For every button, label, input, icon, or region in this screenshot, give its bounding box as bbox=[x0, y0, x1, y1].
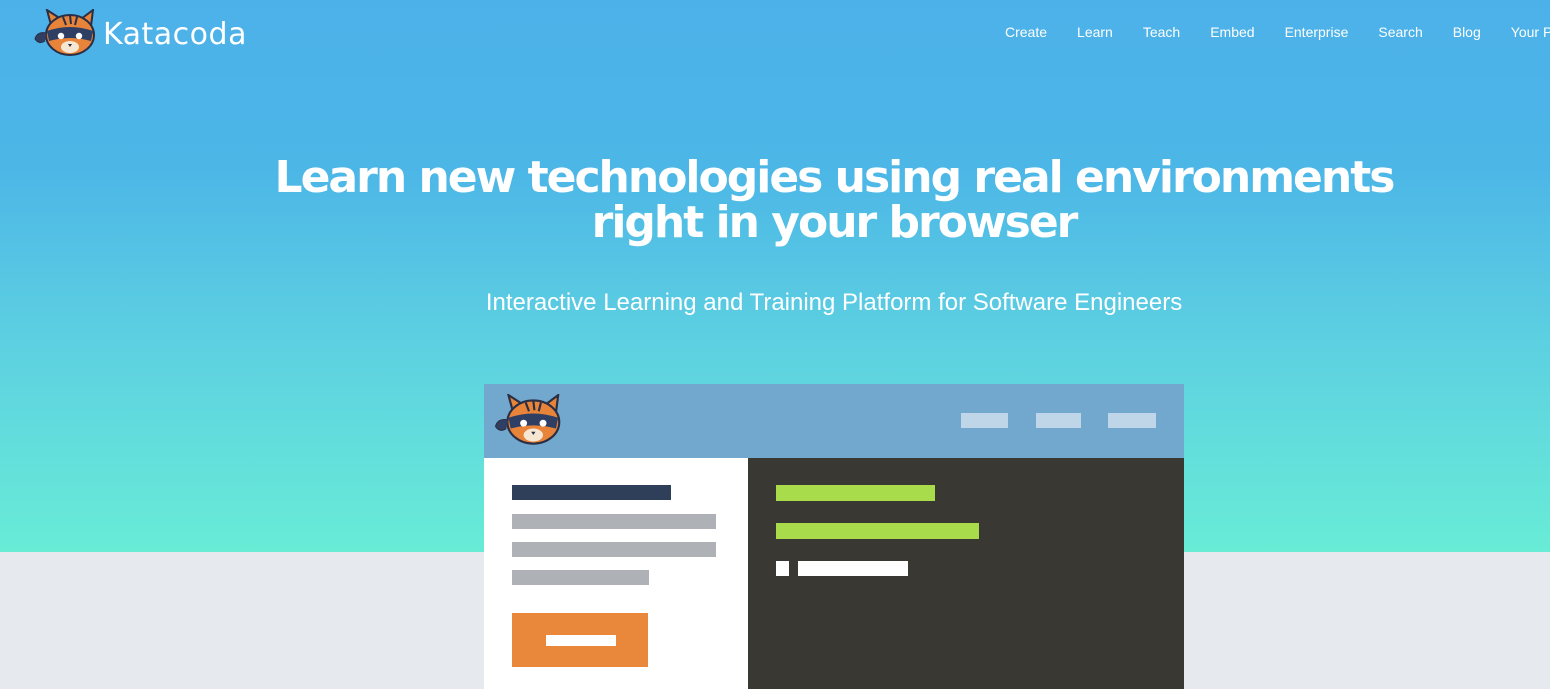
hero-subtitle: Interactive Learning and Training Platfo… bbox=[485, 289, 1183, 316]
ninja-cat-logo-icon bbox=[494, 394, 561, 445]
product-illustration bbox=[484, 384, 1184, 689]
illustration-terminal-panel bbox=[748, 458, 1184, 689]
hero-headline-line2: right in your browser bbox=[591, 197, 1079, 248]
illustration-tab-placeholder bbox=[961, 413, 1008, 428]
illustration-tab-placeholder bbox=[1036, 413, 1081, 428]
illustration-button-label-placeholder bbox=[546, 635, 616, 646]
hero-headline: Learn new technologies using real enviro… bbox=[234, 155, 1434, 245]
nav-item-learn[interactable]: Learn bbox=[1077, 24, 1113, 40]
illustration-terminal-cursor bbox=[776, 561, 789, 576]
illustration-terminal-line bbox=[776, 523, 979, 539]
illustration-instructions-panel bbox=[484, 458, 748, 689]
nav-item-teach[interactable]: Teach bbox=[1143, 24, 1180, 40]
nav-item-create[interactable]: Create bbox=[1005, 24, 1047, 40]
hero-headline-line1: Learn new technologies using real enviro… bbox=[274, 152, 1396, 203]
brand-link[interactable]: Katacoda bbox=[33, 9, 247, 59]
nav-item-search[interactable]: Search bbox=[1378, 24, 1422, 40]
illustration-terminal-line bbox=[776, 485, 935, 501]
illustration-header bbox=[484, 384, 1184, 458]
illustration-text-placeholder bbox=[512, 542, 716, 557]
brand-name: Katacoda bbox=[103, 16, 247, 52]
illustration-tab-placeholder bbox=[1108, 413, 1156, 428]
ninja-cat-logo-icon bbox=[34, 9, 95, 56]
illustration-button-placeholder bbox=[512, 613, 648, 667]
nav-item-enterprise[interactable]: Enterprise bbox=[1285, 24, 1349, 40]
illustration-terminal-input bbox=[798, 561, 908, 576]
nav-item-blog[interactable]: Blog bbox=[1453, 24, 1481, 40]
nav-item-embed[interactable]: Embed bbox=[1210, 24, 1254, 40]
illustration-text-placeholder bbox=[512, 514, 716, 529]
illustration-text-placeholder bbox=[512, 570, 649, 585]
nav-item-your-profile[interactable]: Your P bbox=[1511, 24, 1550, 40]
top-nav: Create Learn Teach Embed Enterprise Sear… bbox=[1005, 24, 1550, 40]
illustration-title-placeholder bbox=[512, 485, 671, 500]
